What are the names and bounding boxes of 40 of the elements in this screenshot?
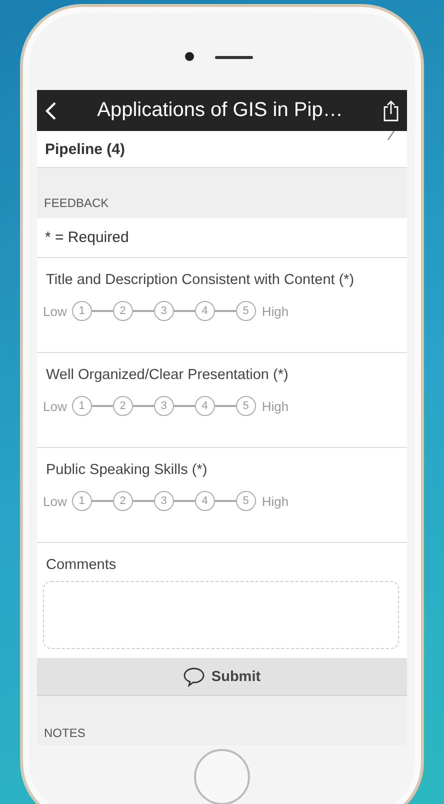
- scale-high-label: High: [262, 494, 289, 508]
- layer-title: Pipeline (4): [45, 140, 126, 158]
- rating-option[interactable]: 4: [194, 301, 215, 321]
- scale-high-label: High: [262, 304, 289, 318]
- rating-option[interactable]: 2: [112, 396, 133, 416]
- rating-option[interactable]: 4: [194, 396, 215, 416]
- scale-high-label: High: [262, 398, 289, 414]
- speech-bubble-icon: [183, 666, 206, 686]
- rating-option[interactable]: 1: [72, 396, 92, 416]
- question-label: Public Speaking Skills (*): [46, 462, 208, 478]
- section-header: NOTES: [44, 726, 86, 740]
- question-label: Title and Description Consistent with Content (*): [46, 272, 356, 288]
- rating-option[interactable]: 3: [154, 301, 174, 321]
- submit-button[interactable]: Submit: [37, 658, 407, 696]
- camera-dot: [185, 52, 194, 61]
- rating-option[interactable]: 3: [154, 396, 174, 416]
- rating-option[interactable]: 5: [236, 491, 256, 511]
- question-label: Well Organized/Clear Presentation (*): [46, 367, 290, 383]
- rating-option[interactable]: 5: [236, 301, 256, 321]
- scale-low-label: Low: [43, 304, 67, 318]
- rating-option[interactable]: 4: [194, 491, 215, 511]
- rating-option[interactable]: 1: [72, 301, 92, 321]
- back-button[interactable]: [45, 100, 57, 120]
- comments-label: Comments: [46, 557, 118, 573]
- required-note: * = Required: [45, 229, 129, 246]
- back-chevron-icon: [45, 100, 57, 120]
- scale-low-label: Low: [43, 398, 67, 414]
- scale-low-label: Low: [43, 494, 67, 508]
- nav-title: Applications of GIS in Pip…: [97, 99, 343, 122]
- rating-option[interactable]: 5: [236, 396, 256, 416]
- share-icon: [383, 100, 399, 122]
- rating-option[interactable]: 2: [112, 301, 133, 321]
- rating-option[interactable]: 3: [154, 491, 174, 511]
- comments-field[interactable]: [43, 581, 399, 649]
- section-header: FEEDBACK: [44, 196, 109, 210]
- speaker-slot: [215, 56, 253, 59]
- rating-option[interactable]: 1: [72, 491, 92, 511]
- rating-option[interactable]: 2: [112, 491, 133, 511]
- share-button[interactable]: [383, 100, 399, 122]
- chevron-icon: [387, 131, 395, 141]
